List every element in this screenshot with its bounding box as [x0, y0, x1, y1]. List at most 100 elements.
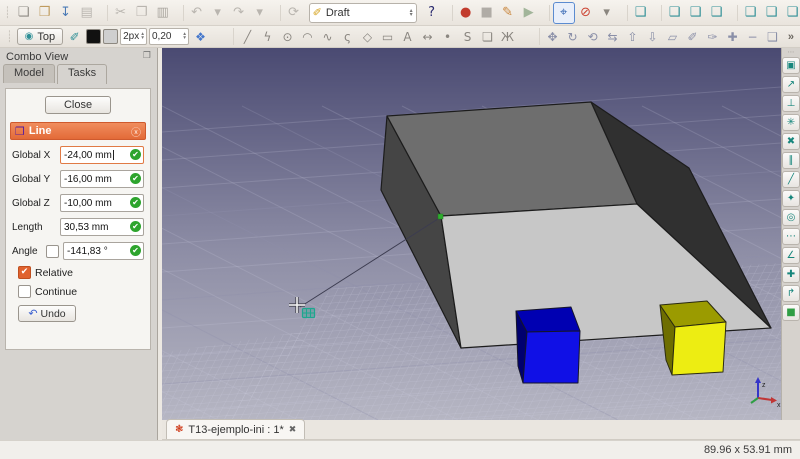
- snap-intersection-icon[interactable]: ✖: [782, 133, 800, 150]
- valid-check-icon: ✔: [130, 197, 141, 208]
- line-color-swatch[interactable]: [86, 29, 101, 44]
- text-scale-spinner[interactable]: 0,20 ▴▾: [149, 28, 189, 45]
- open-folder-icon[interactable]: ❒: [35, 3, 55, 23]
- global-x-input[interactable]: -24,00 mm ✔: [60, 146, 144, 164]
- snap-dimensions-icon[interactable]: ⋯: [782, 228, 800, 245]
- subelement-icon[interactable]: ✑: [703, 28, 722, 45]
- snap-special-icon[interactable]: ↱: [782, 285, 800, 302]
- view-right-icon[interactable]: ❑: [707, 3, 727, 23]
- document-tab[interactable]: ❃ T13-ejemplo-ini : 1* ✖: [166, 419, 305, 439]
- zoom-selection-icon[interactable]: ⌖: [553, 2, 575, 24]
- macro-play-icon[interactable]: ▶: [519, 3, 539, 23]
- snap-midpoint-icon[interactable]: ✚: [782, 266, 800, 283]
- face-color-swatch[interactable]: [103, 29, 118, 44]
- workbench-selector[interactable]: ✐ Draft ▴▾: [309, 3, 417, 23]
- draft-dimension-icon[interactable]: ↔: [418, 28, 437, 45]
- draft-line-icon[interactable]: ╱: [238, 28, 257, 45]
- snap-angle-icon[interactable]: ∠: [782, 247, 800, 264]
- draft-circle-icon[interactable]: ⊙: [278, 28, 297, 45]
- working-plane-button[interactable]: ◉ Top: [17, 28, 63, 45]
- global-y-input[interactable]: -16,00 mm ✔: [60, 170, 144, 188]
- view-axonometric-icon[interactable]: ❑: [631, 3, 651, 23]
- task-close-icon[interactable]: ⓧ: [131, 124, 141, 139]
- delpoint-icon[interactable]: −: [743, 28, 762, 45]
- redo-icon[interactable]: ↷: [229, 3, 249, 23]
- draft-rectangle-icon[interactable]: ▭: [378, 28, 397, 45]
- new-document-icon[interactable]: ❏: [14, 3, 34, 23]
- snap-endpoint-icon[interactable]: ↗: [782, 76, 800, 93]
- snap-near-icon[interactable]: ╱: [782, 171, 800, 188]
- snap-ortho-icon[interactable]: ✦: [782, 190, 800, 207]
- dock-float-icon[interactable]: ❐: [143, 51, 151, 63]
- 3d-viewport[interactable]: z x: [162, 48, 781, 420]
- snap-center-icon[interactable]: ◎: [782, 209, 800, 226]
- rotate-icon[interactable]: ↻: [563, 28, 582, 45]
- valid-check-icon: ✔: [130, 173, 141, 184]
- offset-icon[interactable]: ⟲: [583, 28, 602, 45]
- spinner-arrows-icon[interactable]: ▴▾: [183, 33, 186, 40]
- angle-input[interactable]: -141,83 ° ✔: [63, 242, 144, 260]
- valid-check-icon: ✔: [130, 221, 141, 232]
- toolbar-overflow-button[interactable]: »: [788, 31, 796, 43]
- undo-icon[interactable]: ↶: [187, 3, 207, 23]
- workbench-spinner-icon[interactable]: ▴▾: [410, 9, 413, 17]
- line-width-spinner[interactable]: 2px ▴▾: [120, 28, 147, 45]
- draft-point-icon[interactable]: •: [438, 28, 457, 45]
- save-icon[interactable]: ↧: [56, 3, 76, 23]
- draft-bspline-icon[interactable]: ∿: [318, 28, 337, 45]
- tab-model[interactable]: Model: [3, 64, 55, 83]
- shape2dview-icon[interactable]: ❑: [763, 28, 782, 45]
- view-left-icon[interactable]: ❑: [783, 3, 800, 23]
- view-top-icon[interactable]: ❑: [686, 3, 706, 23]
- clip-plane-icon[interactable]: ⊘: [576, 3, 596, 23]
- draft-bezcurve-icon[interactable]: Ж: [498, 28, 517, 45]
- spinner-arrows-icon[interactable]: ▴▾: [141, 33, 144, 40]
- draft-polygon-icon[interactable]: ◇: [358, 28, 377, 45]
- refresh-icon[interactable]: ⟳: [284, 3, 304, 23]
- paste-icon[interactable]: ▥: [153, 3, 173, 23]
- draft-shapestring-icon[interactable]: S: [458, 28, 477, 45]
- copy-icon[interactable]: ❐: [132, 3, 152, 23]
- draft-bezier-icon[interactable]: ς: [338, 28, 357, 45]
- draft-arc-icon[interactable]: ◠: [298, 28, 317, 45]
- snap-parallel-icon[interactable]: ∥: [782, 152, 800, 169]
- view-front-icon[interactable]: ❑: [665, 3, 685, 23]
- angle-lock-checkbox[interactable]: [46, 245, 59, 258]
- macro-edit-icon[interactable]: ✎: [498, 3, 518, 23]
- relative-checkbox[interactable]: ✔: [18, 266, 31, 279]
- snap-perpendicular-icon[interactable]: ⊥: [782, 95, 800, 112]
- draft-text-icon[interactable]: A: [398, 28, 417, 45]
- tab-tasks[interactable]: Tasks: [57, 64, 107, 84]
- downgrade-icon[interactable]: ⇩: [643, 28, 662, 45]
- draft-wire-icon[interactable]: ϟ: [258, 28, 277, 45]
- length-input[interactable]: 30,53 mm ✔: [60, 218, 144, 236]
- view-bottom-icon[interactable]: ❑: [762, 3, 782, 23]
- addpoint-icon[interactable]: ✚: [723, 28, 742, 45]
- cut-icon[interactable]: ✂: [111, 3, 131, 23]
- upgrade-icon[interactable]: ⇧: [623, 28, 642, 45]
- trimex-icon[interactable]: ⇆: [603, 28, 622, 45]
- construction-mode-icon[interactable]: ✐: [65, 28, 84, 45]
- whats-this-icon[interactable]: ?: [422, 3, 442, 23]
- snap-grid-icon[interactable]: ✳: [782, 114, 800, 131]
- macro-stop-icon[interactable]: ■: [477, 3, 497, 23]
- edit-icon[interactable]: ✐: [683, 28, 702, 45]
- tab-close-icon[interactable]: ✖: [289, 425, 297, 435]
- move-icon[interactable]: ✥: [543, 28, 562, 45]
- redo-dropdown-icon[interactable]: ▾: [250, 3, 270, 23]
- snap-lock-icon[interactable]: ▣: [782, 57, 800, 74]
- close-button[interactable]: Close: [45, 96, 111, 114]
- undo-dropdown-icon[interactable]: ▾: [208, 3, 228, 23]
- continue-checkbox[interactable]: [18, 285, 31, 298]
- macro-record-icon[interactable]: ●: [456, 3, 476, 23]
- clip-dropdown-icon[interactable]: ▾: [597, 3, 617, 23]
- autogroup-icon[interactable]: ❖: [191, 28, 210, 45]
- relative-label: Relative: [35, 267, 73, 279]
- global-z-input[interactable]: -10,00 mm ✔: [60, 194, 144, 212]
- print-icon[interactable]: ▤: [77, 3, 97, 23]
- draft-facebinder-icon[interactable]: ❏: [478, 28, 497, 45]
- view-rear-icon[interactable]: ❑: [741, 3, 761, 23]
- undo-button[interactable]: ↶ Undo: [18, 305, 76, 322]
- scale-icon[interactable]: ▱: [663, 28, 682, 45]
- snap-working-plane-icon[interactable]: ■: [782, 304, 800, 321]
